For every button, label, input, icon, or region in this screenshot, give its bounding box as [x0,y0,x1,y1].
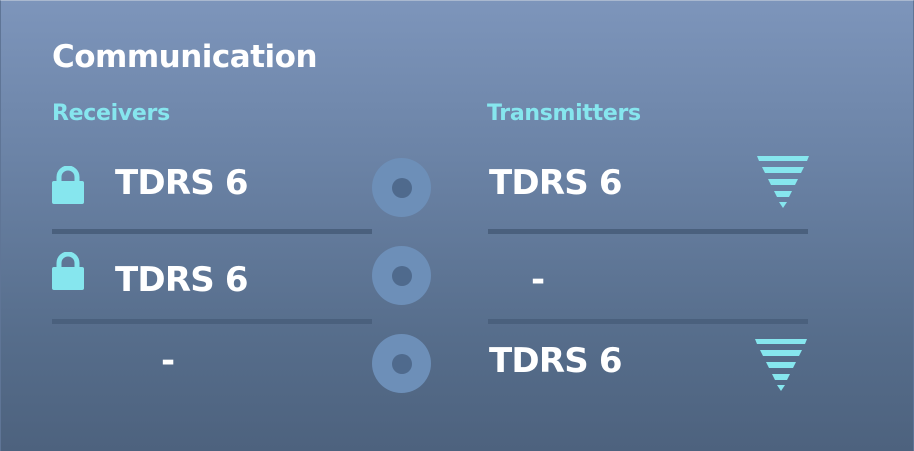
receiver-slot-1[interactable]: TDRS 6 [52,146,372,234]
comm-row: TDRS 6 TDRS 6 [1,146,914,234]
row-divider [488,319,808,324]
signal-strength-icon [757,156,809,208]
receiver-name: - [161,341,176,381]
transmitter-name: TDRS 6 [489,341,623,381]
receiver-slot-2[interactable]: TDRS 6 [52,236,372,324]
transmitter-slot-3[interactable]: TDRS 6 [488,326,808,414]
lock-icon [52,252,84,290]
link-ring-icon[interactable] [372,334,431,393]
signal-strength-icon [755,339,807,391]
transmitter-name: TDRS 6 [489,163,623,203]
transmitter-slot-2[interactable]: - [488,236,808,324]
link-ring-icon[interactable] [372,158,431,217]
row-divider [52,319,372,324]
receivers-label: Receivers [52,101,170,126]
panel-title: Communication [52,39,318,75]
communication-panel: Communication Receivers Transmitters TDR… [0,0,914,451]
receiver-slot-3[interactable]: - [52,326,372,414]
transmitter-name: - [531,260,546,300]
comm-row: - TDRS 6 [1,326,914,414]
transmitters-label: Transmitters [487,101,641,126]
receiver-name: TDRS 6 [115,163,249,203]
row-divider [52,229,372,234]
link-ring-icon[interactable] [372,246,431,305]
transmitter-slot-1[interactable]: TDRS 6 [488,146,809,234]
comm-row: TDRS 6 - [1,236,914,324]
row-divider [488,229,808,234]
receiver-name: TDRS 6 [115,260,249,300]
lock-icon [52,166,84,204]
